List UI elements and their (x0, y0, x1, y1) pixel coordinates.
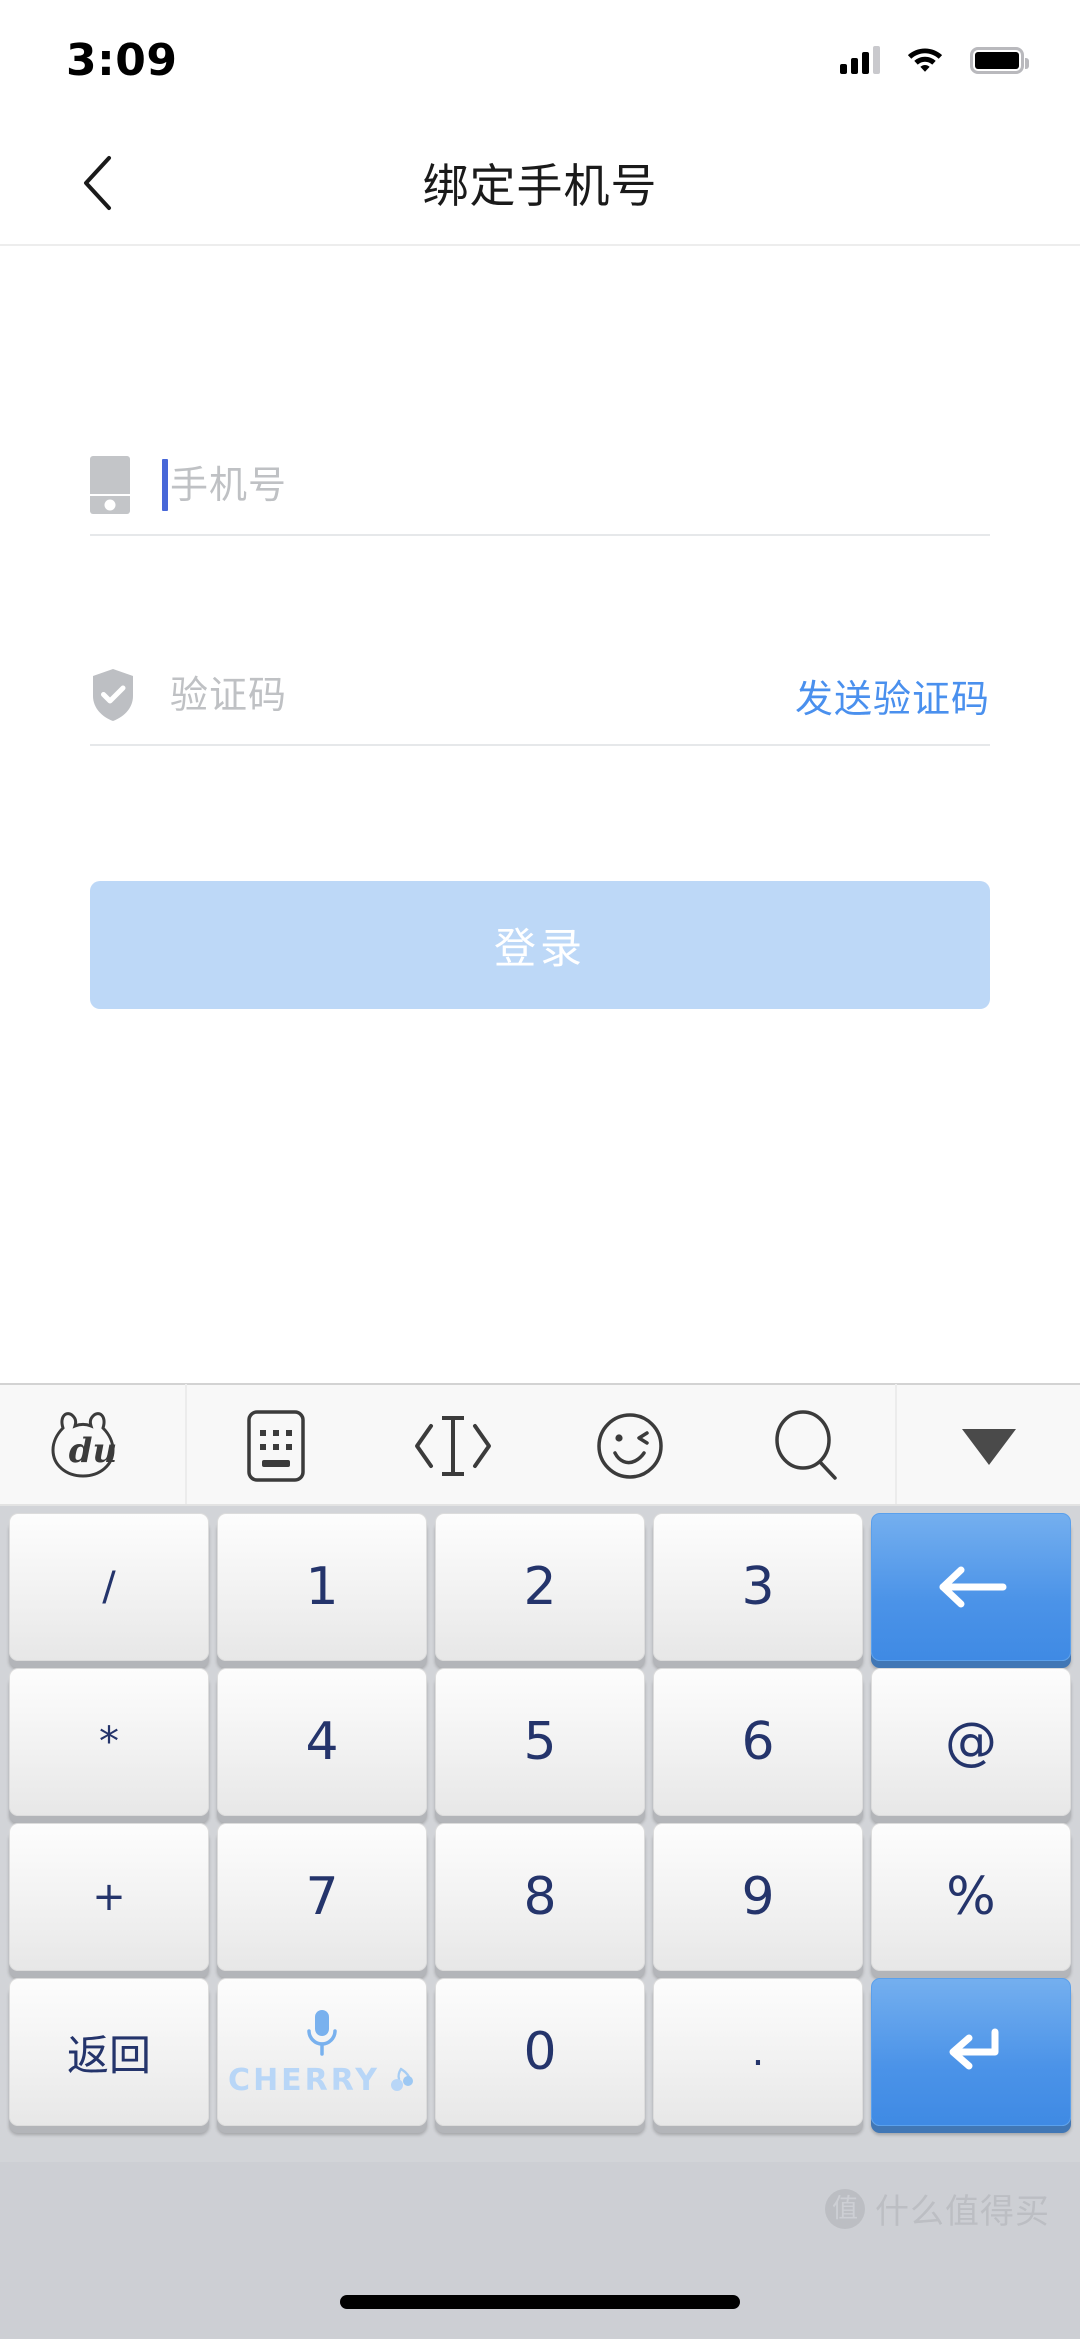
cherry-brand-label: CHERRY (228, 2063, 416, 2098)
keypad-row: 返回 CHERRY 0 . (5, 1978, 1075, 2126)
keyboard: du / 1 2 3 * 4 5 6 @ + 7 8 9 % 返回 CHERRY… (0, 1383, 1080, 2162)
shield-check-icon (90, 667, 162, 723)
status-bar-time: 3:09 (66, 34, 178, 86)
keypad-row: + 7 8 9 % (5, 1823, 1075, 1971)
key-at[interactable]: @ (871, 1668, 1071, 1816)
wifi-icon (906, 44, 944, 76)
keyboard-toolbar: du (0, 1383, 1080, 1507)
key-asterisk[interactable]: * (9, 1668, 209, 1816)
status-bar: 3:09 (0, 0, 1080, 120)
key-5[interactable]: 5 (435, 1668, 645, 1816)
key-2[interactable]: 2 (435, 1513, 645, 1661)
watermark: 值 什么值得买 (825, 2184, 1050, 2233)
verification-code-field-row[interactable]: 验证码 发送验证码 (90, 646, 990, 746)
key-3[interactable]: 3 (653, 1513, 863, 1661)
keyboard-icon[interactable] (187, 1384, 364, 1507)
bottom-bar: 值 什么值得买 (0, 2162, 1080, 2339)
keypad-row: * 4 5 6 @ (5, 1668, 1075, 1816)
microphone-icon (302, 2007, 342, 2059)
home-indicator[interactable] (340, 2295, 740, 2309)
key-voice-cherry[interactable]: CHERRY (217, 1978, 427, 2126)
login-button[interactable]: 登录 (90, 881, 990, 1009)
battery-full-icon (970, 46, 1029, 74)
nav-bar: 绑定手机号 (0, 120, 1080, 246)
backspace-arrow-icon (933, 1562, 1009, 1612)
signal-bars-icon (840, 46, 880, 74)
text-caret (162, 459, 168, 511)
key-1[interactable]: 1 (217, 1513, 427, 1661)
cursor-move-icon[interactable] (364, 1384, 541, 1507)
phone-number-input[interactable]: 手机号 (170, 435, 990, 535)
key-enter[interactable] (871, 1978, 1071, 2126)
watermark-text: 什么值得买 (875, 2192, 1050, 2232)
keypad: / 1 2 3 * 4 5 6 @ + 7 8 9 % 返回 CHERRY 0 … (0, 1506, 1080, 2160)
emoji-icon[interactable] (541, 1384, 718, 1507)
status-bar-icons (840, 44, 1029, 76)
key-0[interactable]: 0 (435, 1978, 645, 2126)
cherry-fruit-icon (386, 2065, 416, 2095)
verification-code-input[interactable]: 验证码 (162, 645, 795, 745)
keypad-row: / 1 2 3 (5, 1513, 1075, 1661)
key-9[interactable]: 9 (653, 1823, 863, 1971)
key-backspace[interactable] (871, 1513, 1071, 1661)
key-7[interactable]: 7 (217, 1823, 427, 1971)
page-title: 绑定手机号 (422, 159, 658, 213)
key-slash[interactable]: / (9, 1513, 209, 1661)
search-icon[interactable] (718, 1384, 895, 1507)
key-percent[interactable]: % (871, 1823, 1071, 1971)
baidu-logo-icon[interactable]: du (0, 1384, 185, 1507)
key-8[interactable]: 8 (435, 1823, 645, 1971)
collapse-keyboard-icon[interactable] (897, 1384, 1080, 1507)
key-return-cjk[interactable]: 返回 (9, 1978, 209, 2126)
cherry-brand-text: CHERRY (228, 2062, 380, 2098)
baidu-logo-label: du (68, 1431, 117, 1471)
key-6[interactable]: 6 (653, 1668, 863, 1816)
watermark-logo: 值 (825, 2188, 865, 2229)
enter-arrow-icon (939, 2024, 1003, 2080)
mobile-phone-icon (90, 456, 162, 514)
send-verification-code-button[interactable]: 发送验证码 (795, 668, 990, 723)
key-plus[interactable]: + (9, 1823, 209, 1971)
key-period[interactable]: . (653, 1978, 863, 2126)
phone-number-field-row[interactable]: 手机号 (90, 436, 990, 536)
key-4[interactable]: 4 (217, 1668, 427, 1816)
